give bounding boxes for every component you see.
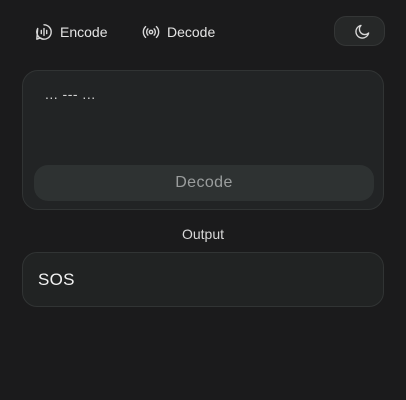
tab-decode[interactable]: Decode xyxy=(142,20,215,44)
moon-icon xyxy=(354,23,371,40)
morse-input-card: ... --- ... Decode xyxy=(22,70,384,210)
tab-encode-label: Encode xyxy=(60,24,108,40)
output-label: Output xyxy=(181,226,225,242)
radio-broadcast-icon xyxy=(142,23,160,41)
morse-input[interactable]: ... --- ... xyxy=(45,86,96,102)
audio-waveform-icon xyxy=(35,23,53,41)
output-card: SOS xyxy=(22,252,384,307)
decode-button[interactable]: Decode xyxy=(34,165,374,201)
morse-app: Encode Decode ... --- ... Decode Output … xyxy=(0,0,406,400)
tab-encode[interactable]: Encode xyxy=(35,20,107,44)
tab-decode-label: Decode xyxy=(167,24,216,40)
theme-toggle-button[interactable] xyxy=(334,16,385,46)
output-text: SOS xyxy=(38,269,75,289)
